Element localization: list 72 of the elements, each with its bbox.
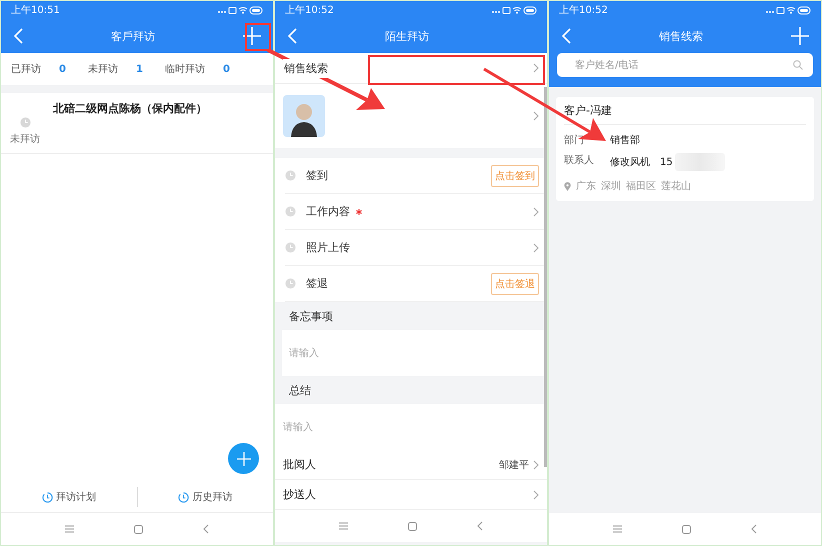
- step-label: 签退: [306, 276, 328, 291]
- contact-name: 修改风机: [610, 156, 650, 169]
- add-icon[interactable]: [243, 27, 261, 45]
- stat-label: 临时拜访: [164, 62, 205, 76]
- visit-name[interactable]: 北碚二级网点陈杨（保内配件）: [49, 93, 207, 153]
- location-pin-icon: [564, 182, 571, 190]
- stat-count: 0: [59, 64, 66, 74]
- screen-title: 销售线索: [659, 28, 703, 44]
- search-field[interactable]: 客户姓名/电话: [557, 53, 813, 77]
- back-icon[interactable]: [477, 521, 483, 531]
- phone-number: 15: [660, 156, 673, 168]
- home-icon[interactable]: [134, 524, 143, 534]
- chevron-icon: [533, 63, 539, 73]
- add-button[interactable]: [228, 443, 259, 474]
- location-part: 莲花山: [661, 180, 691, 193]
- menu-icon[interactable]: [339, 522, 348, 530]
- field-value[interactable]: 邹建平: [499, 458, 529, 472]
- section-heading: 总结: [289, 382, 311, 398]
- step-label: 签到: [306, 168, 328, 183]
- add-icon[interactable]: [791, 27, 809, 45]
- chevron-icon: [533, 242, 539, 252]
- highlight-frame: [245, 23, 271, 51]
- avatar-silhouette: [283, 95, 325, 137]
- location-part: 深圳: [601, 180, 621, 193]
- status-time: 上午10:52: [285, 4, 334, 17]
- status-icons: [217, 6, 263, 14]
- required-icon: [356, 208, 362, 214]
- field-label: 抄送人: [283, 487, 316, 502]
- stat-count: 0: [222, 64, 230, 74]
- screen-title: 陌生拜访: [385, 28, 429, 44]
- clock-icon: [285, 242, 296, 253]
- search-icon: [793, 60, 803, 70]
- step-label: 工作内容: [306, 204, 350, 219]
- status-time: 上午10:52: [559, 4, 608, 17]
- clock-icon: [285, 170, 296, 181]
- step-label: 照片上传: [306, 240, 350, 255]
- back-icon[interactable]: [751, 524, 757, 534]
- stat-count: 1: [136, 64, 143, 74]
- note-input[interactable]: 请输入: [282, 330, 547, 376]
- field-value: 销售部: [610, 134, 641, 147]
- field-label: 批阅人: [283, 457, 316, 472]
- location-part: 广东: [576, 180, 596, 193]
- note-input[interactable]: 请输入: [275, 404, 547, 450]
- chevron-icon: [533, 111, 539, 121]
- chevron-icon: [533, 490, 539, 500]
- field-label: 联系人: [564, 154, 595, 168]
- section-heading: 备忘事项: [289, 308, 333, 324]
- menu-icon[interactable]: [613, 525, 622, 533]
- bottom-tab[interactable]: 拜访计划: [1, 489, 136, 505]
- add-icon: [236, 452, 250, 466]
- sales-lead-label[interactable]: 销售线索: [283, 58, 329, 78]
- clock-icon: [285, 206, 296, 217]
- back-icon[interactable]: [203, 524, 209, 534]
- timer-icon: [42, 492, 53, 502]
- clock-icon: [20, 116, 30, 128]
- card-title: 客户-冯建: [564, 97, 806, 125]
- home-icon[interactable]: [682, 524, 691, 534]
- status-icons: [491, 6, 537, 14]
- screen-title: 客戶拜访: [111, 28, 155, 44]
- location-part: 福田区: [626, 180, 656, 193]
- status-time: 上午10:51: [11, 4, 60, 17]
- stat-label: 已拜访: [11, 62, 41, 76]
- chevron-icon: [533, 460, 539, 470]
- visit-status: 未拜访: [10, 132, 40, 146]
- clock-icon: [285, 278, 296, 289]
- menu-icon[interactable]: [65, 525, 74, 533]
- home-icon[interactable]: [408, 522, 417, 530]
- status-icons: [765, 6, 811, 14]
- chevron-icon: [533, 206, 539, 216]
- timer-icon: [178, 492, 190, 502]
- stat-label: 未拜访: [88, 62, 118, 76]
- bottom-tab[interactable]: 历史拜访: [138, 489, 273, 505]
